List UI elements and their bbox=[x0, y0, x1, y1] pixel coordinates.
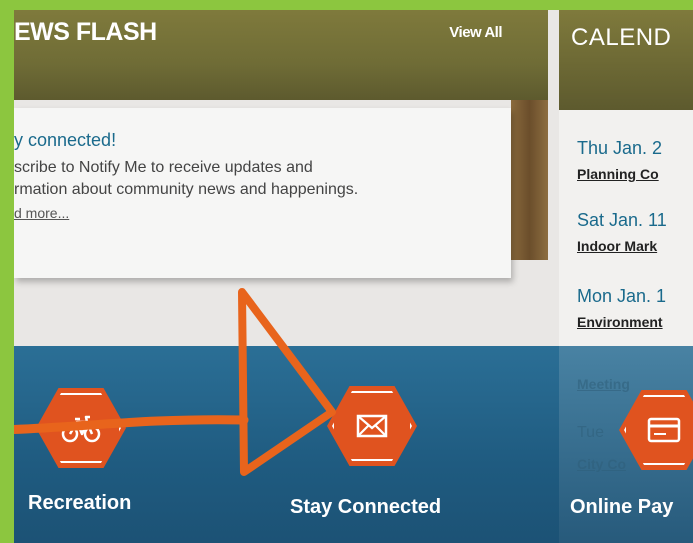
annotation-arrow bbox=[14, 288, 336, 476]
screen: EWS FLASH View All y connected! scribe t… bbox=[14, 10, 693, 543]
